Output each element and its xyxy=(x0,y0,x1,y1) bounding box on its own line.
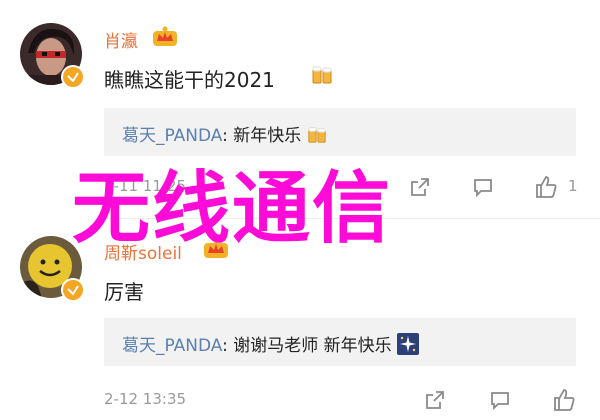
comment-text: 瞧瞧这能干的2021 xyxy=(104,68,275,92)
overlay-watermark-text: 无线通信 xyxy=(72,164,393,254)
share-icon[interactable] xyxy=(422,387,448,413)
beer-emoji-icon xyxy=(310,63,334,89)
reply-text: 谢谢马老师 新年快乐 xyxy=(233,336,392,356)
like-count: 1 xyxy=(568,177,578,195)
like-icon[interactable] xyxy=(550,386,578,414)
beer-emoji-icon xyxy=(308,127,327,143)
reply-separator: : xyxy=(222,336,234,356)
reply-text: 新年快乐 xyxy=(233,126,302,146)
reply-box[interactable]: 葛天_PANDA: 新年快乐 xyxy=(104,108,576,156)
verified-badge-icon xyxy=(61,65,85,89)
share-icon[interactable] xyxy=(407,174,433,200)
comment-icon[interactable] xyxy=(470,174,496,200)
like-icon[interactable] xyxy=(532,173,560,201)
comment-icon[interactable] xyxy=(487,387,513,413)
sparkle-emoji-icon xyxy=(396,333,419,355)
reply-box[interactable]: 葛天_PANDA: 谢谢马老师 新年快乐 xyxy=(104,318,576,366)
crown-badge-icon xyxy=(152,25,178,51)
username[interactable]: 肖瀛 xyxy=(104,27,138,52)
verified-badge-icon xyxy=(61,278,85,302)
reply-username[interactable]: 葛天_PANDA xyxy=(122,336,222,356)
comment-text: 厉害 xyxy=(104,280,144,304)
timestamp: 2-12 13:35 xyxy=(104,390,187,408)
reply-username[interactable]: 葛天_PANDA xyxy=(122,126,222,146)
reply-separator: : xyxy=(222,126,234,146)
